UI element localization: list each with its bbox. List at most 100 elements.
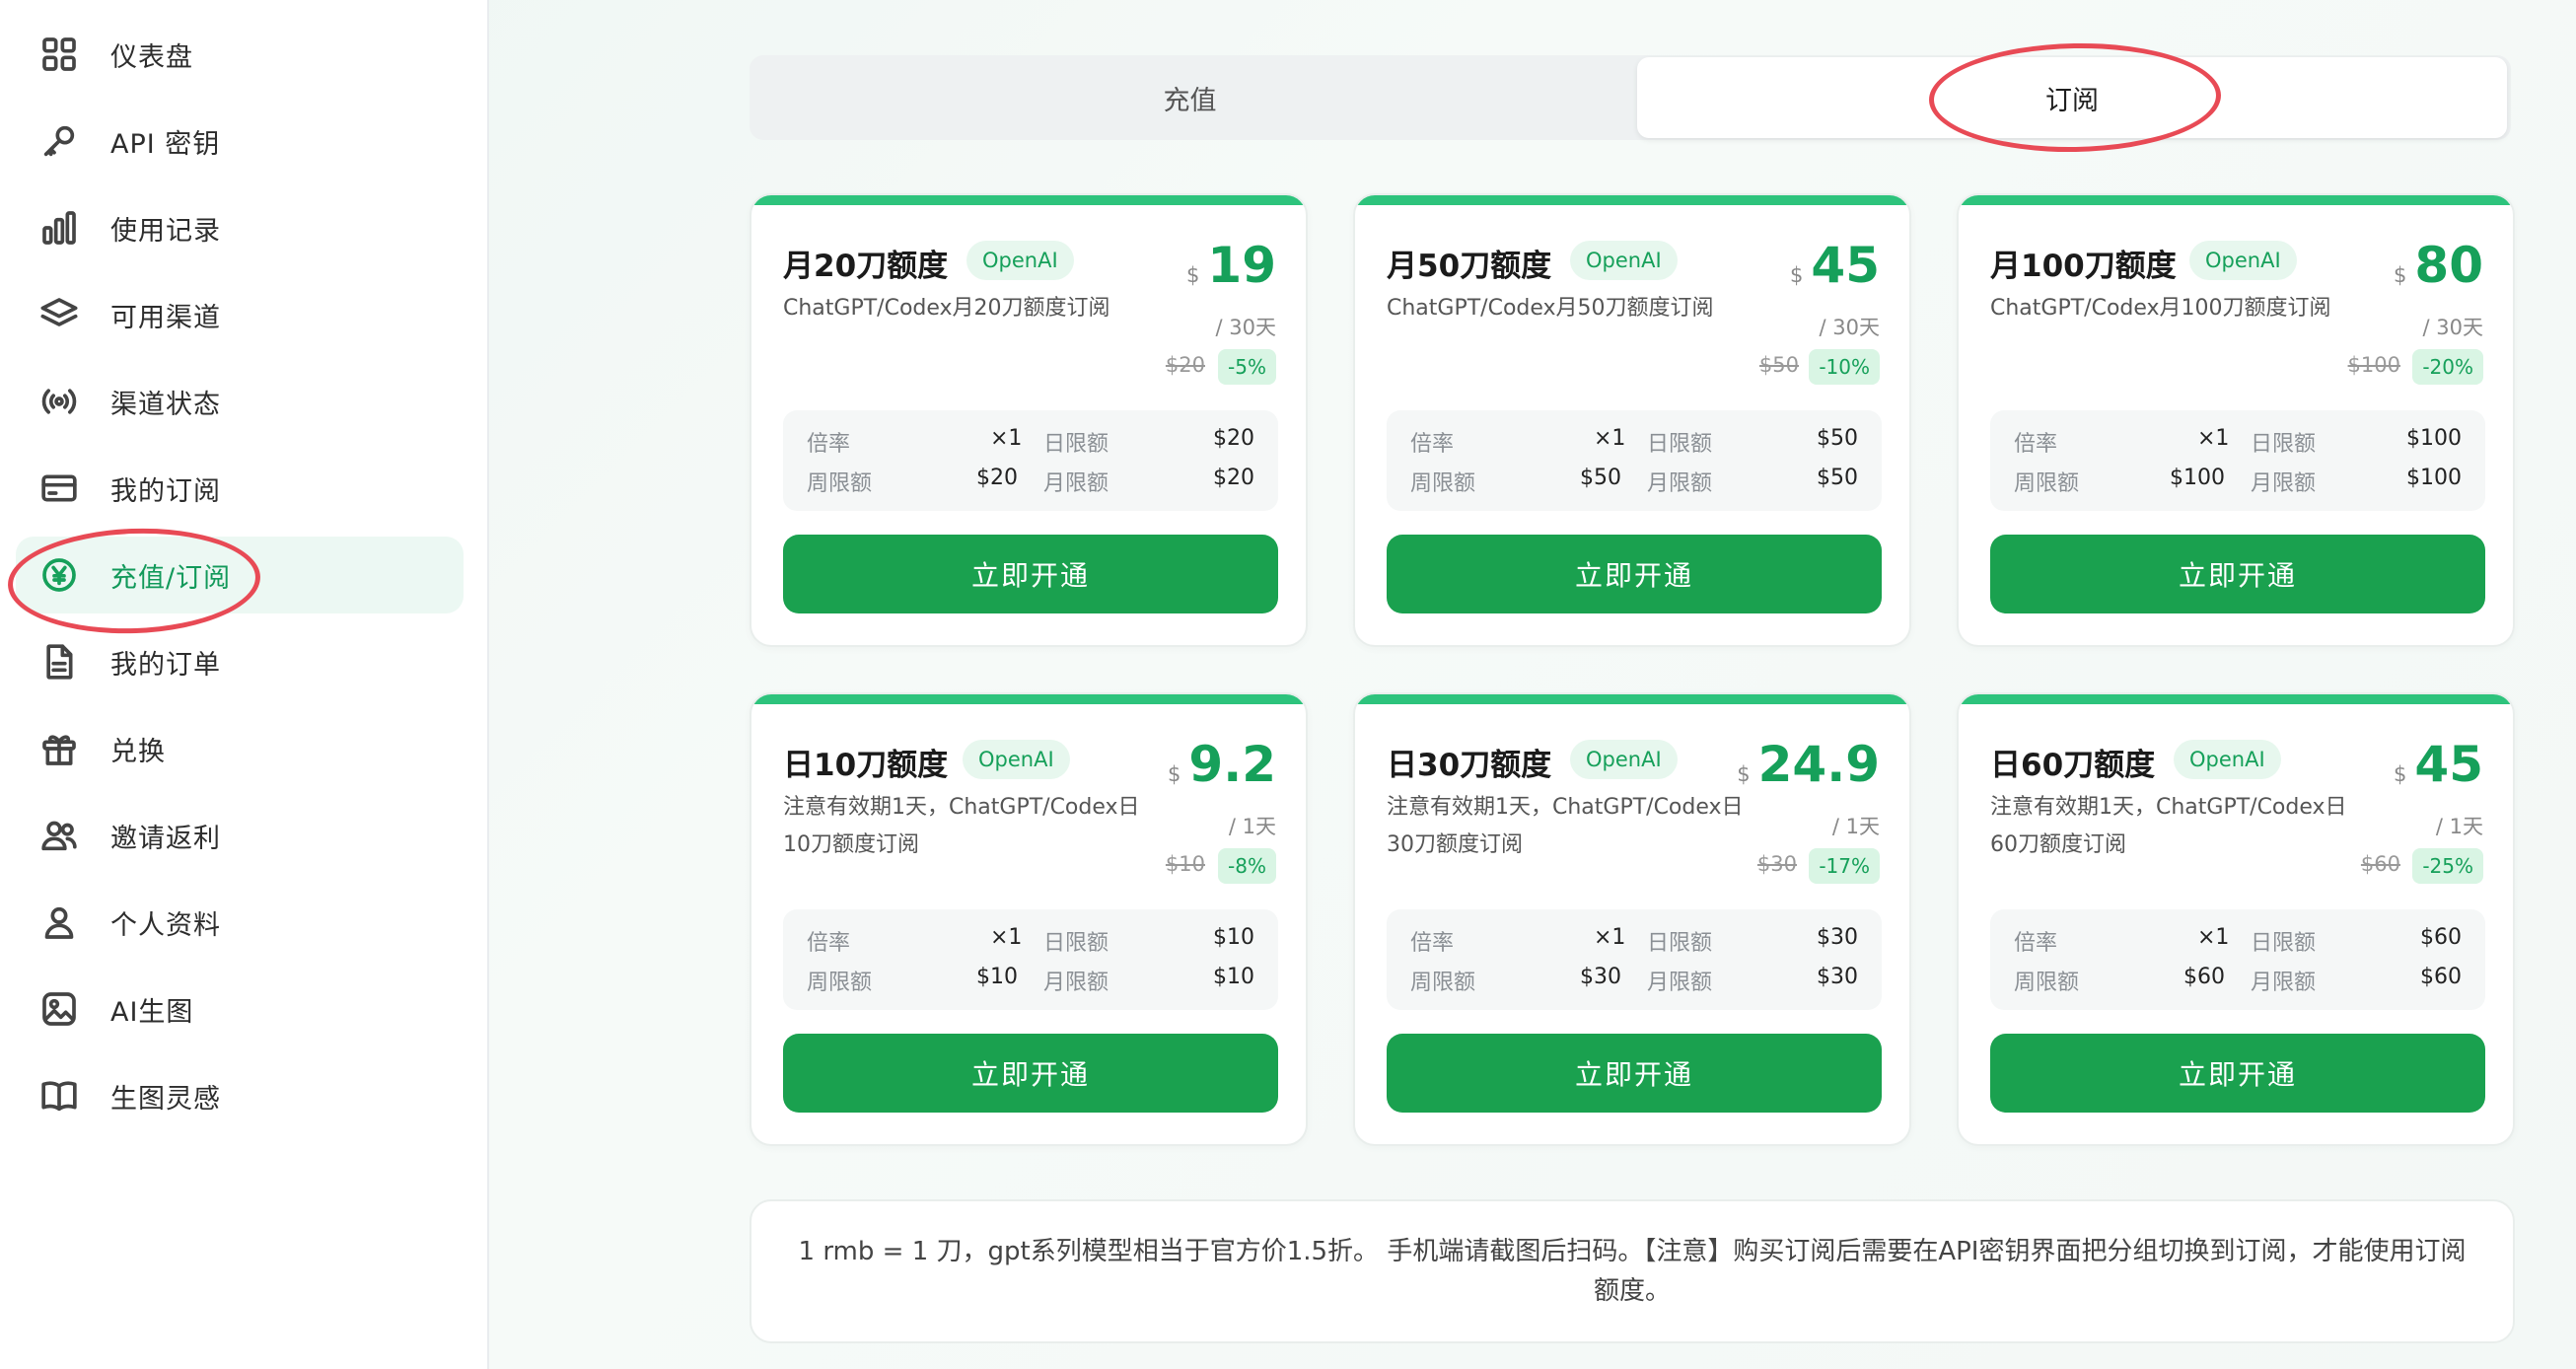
rate-label: 倍率 [1410,432,1455,457]
plan-card: 月50刀额度 OpenAI ChatGPT/Codex月50刀额度订阅 $ 45… [1353,193,1911,647]
original-price: $50 [1758,353,1799,377]
weekly-limit-label: 周限额 [2014,971,2080,995]
billing-period: / 30天 [2422,316,2483,339]
dashboard-icon [37,33,81,76]
subscribe-button[interactable]: 立即开通 [1990,535,2485,613]
sidebar-item-label: 仪表盘 [110,41,193,73]
monthly-limit-value: $10 [1213,965,1254,989]
monthly-limit-label: 月限额 [2251,471,2317,496]
price-amount: 24.9 [1757,736,1880,793]
card-accent-bar [1959,694,2513,704]
weekly-limit-value: $30 [1580,965,1621,989]
plan-price: $ 45 [2394,736,2483,793]
sidebar-item-label: 个人资料 [110,909,221,941]
monthly-limit-value: $30 [1817,965,1858,989]
currency-symbol: $ [2394,762,2407,786]
subscribe-button[interactable]: 立即开通 [1387,535,1882,613]
billing-period: / 30天 [1215,316,1276,339]
original-price: $30 [1756,852,1797,876]
price-amount: 45 [1811,237,1880,294]
monthly-limit-label: 月限额 [1043,471,1109,496]
sidebar-item-referral[interactable]: 邀请返利 [16,797,464,874]
sidebar-item-api-keys[interactable]: API 密钥 [16,103,464,180]
price-amount: 45 [2414,736,2483,793]
sidebar-item-image-inspiration[interactable]: 生图灵感 [16,1057,464,1134]
plan-title: 月50刀额度 [1387,249,1552,284]
image-icon [37,987,81,1031]
discount-badge: -25% [2412,848,2483,884]
key-icon [37,119,81,163]
rate-label: 倍率 [2014,931,2058,956]
sidebar-item-usage[interactable]: 使用记录 [16,189,464,266]
sidebar-item-label: API 密钥 [110,128,221,160]
plan-price: $ 24.9 [1737,736,1880,793]
daily-limit-value: $10 [1213,925,1254,950]
subscribe-button[interactable]: 立即开通 [783,1034,1278,1113]
sidebar-item-channel-status[interactable]: 渠道状态 [16,363,464,440]
monthly-limit-label: 月限额 [1647,971,1713,995]
rate-value: ×1 [990,925,1023,950]
plan-description: ChatGPT/Codex月50刀额度订阅 [1387,296,1714,321]
daily-limit-value: $60 [2420,925,2462,950]
weekly-limit-value: $60 [2183,965,2225,989]
sidebar-item-profile[interactable]: 个人资料 [16,884,464,961]
sidebar-item-label: 使用记录 [110,215,221,247]
card-accent-bar [751,195,1306,205]
price-amount: 80 [2414,237,2483,294]
sidebar-item-channels[interactable]: 可用渠道 [16,276,464,353]
plan-card: 日60刀额度 OpenAI 注意有效期1天，ChatGPT/Codex日60刀额… [1957,692,2515,1146]
monthly-limit-label: 月限额 [1647,471,1713,496]
sidebar-item-redeem[interactable]: 兑换 [16,710,464,787]
tab-recharge[interactable]: 充值 [750,55,1630,140]
users-icon [37,814,81,857]
billing-period: / 30天 [1819,316,1880,339]
tab-subscribe[interactable]: 订阅 [1637,57,2507,138]
daily-limit-value: $100 [2406,426,2462,451]
plan-limits: 倍率 ×1 日限额 $30 周限额 $30 月限额 $30 [1387,909,1882,1010]
daily-limit-label: 日限额 [2251,432,2317,457]
weekly-limit-label: 周限额 [1410,971,1476,995]
provider-badge: OpenAI [966,241,1074,280]
subscribe-button[interactable]: 立即开通 [783,535,1278,613]
billing-period: / 1天 [1228,815,1276,838]
sidebar-item-recharge-subscribe[interactable]: 充值/订阅 [16,537,464,613]
gift-icon [37,727,81,770]
sidebar-item-my-subscriptions[interactable]: 我的订阅 [16,450,464,527]
monthly-limit-value: $60 [2420,965,2462,989]
sidebar-item-label: 渠道状态 [110,389,221,420]
rate-value: ×1 [2197,426,2230,451]
sidebar-item-my-orders[interactable]: 我的订单 [16,623,464,700]
weekly-limit-value: $10 [976,965,1018,989]
monthly-limit-value: $20 [1213,466,1254,490]
sidebar-item-dashboard[interactable]: 仪表盘 [16,16,464,93]
rate-label: 倍率 [807,931,851,956]
plan-limits: 倍率 ×1 日限额 $10 周限额 $10 月限额 $10 [783,909,1278,1010]
rate-value: ×1 [2197,925,2230,950]
signal-icon [37,380,81,423]
price-amount: 19 [1207,237,1276,294]
plan-title: 日30刀额度 [1387,748,1552,783]
plan-card: 月100刀额度 OpenAI ChatGPT/Codex月100刀额度订阅 $ … [1957,193,2515,647]
subscribe-button[interactable]: 立即开通 [1990,1034,2485,1113]
plan-price: $ 80 [2394,237,2483,294]
plan-price: $ 19 [1186,237,1276,294]
sidebar-item-ai-image[interactable]: AI生图 [16,971,464,1047]
subscribe-button[interactable]: 立即开通 [1387,1034,1882,1113]
plan-price: $ 9.2 [1168,736,1276,793]
plan-description: ChatGPT/Codex月20刀额度订阅 [783,296,1110,321]
sidebar-item-label: 我的订阅 [110,475,221,507]
original-price: $10 [1165,852,1205,876]
info-note: 1 rmb = 1 刀，gpt系列模型相当于官方价1.5折。 手机端请截图后扫码… [750,1199,2515,1343]
plan-card: 月20刀额度 OpenAI ChatGPT/Codex月20刀额度订阅 $ 19… [750,193,1308,647]
currency-symbol: $ [1737,762,1751,786]
plan-description: 注意有效期1天，ChatGPT/Codex日60刀额度订阅 [1990,795,2347,857]
sidebar-item-label: 可用渠道 [110,302,221,333]
plan-description: ChatGPT/Codex月100刀额度订阅 [1990,296,2331,321]
daily-limit-value: $20 [1213,426,1254,451]
weekly-limit-value: $20 [976,466,1018,490]
sidebar-item-label: 生图灵感 [110,1083,221,1115]
daily-limit-label: 日限额 [1043,931,1109,956]
plan-title: 月100刀额度 [1990,249,2177,284]
discount-badge: -5% [1218,349,1276,385]
price-amount: 9.2 [1188,736,1276,793]
